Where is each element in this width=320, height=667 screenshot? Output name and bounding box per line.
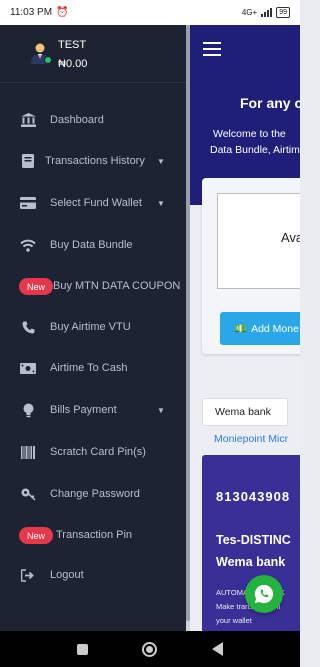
sidebar-item-transactions-history[interactable]: Transactions History ▼ <box>0 146 186 176</box>
sidebar-item-buy-data-bundle[interactable]: Buy Data Bundle <box>0 230 186 260</box>
sidebar-item-logout[interactable]: Logout <box>0 560 186 590</box>
phone-icon <box>20 319 36 335</box>
book-icon <box>20 153 36 169</box>
sidebar-item-label: Transactions History <box>45 155 145 167</box>
user-name: TEST <box>58 39 87 51</box>
bank-icon <box>20 112 36 128</box>
sidebar-item-label: Transaction Pin <box>56 529 133 541</box>
battery-icon: 99 <box>276 7 290 18</box>
recent-apps-icon[interactable] <box>77 643 89 655</box>
sidebar-item-select-fund-wallet[interactable]: Select Fund Wallet ▼ <box>0 188 186 218</box>
wallet-card: Ava 💵 Add Mone <box>202 178 300 354</box>
sidebar-item-transaction-pin[interactable]: New Transaction Pin <box>0 520 186 550</box>
sidebar-item-label: Select Fund Wallet <box>50 197 142 209</box>
hero-subtitle-line-1: Welcome to the <box>213 128 286 140</box>
sidebar-item-label: Buy Data Bundle <box>50 239 133 251</box>
sidebar-item-label: Bills Payment <box>50 404 117 416</box>
sidebar-item-buy-mtn-data-coupon[interactable]: New Buy MTN DATA COUPON <box>0 271 186 301</box>
sidebar-item-buy-airtime-vtu[interactable]: Buy Airtime VTU <box>0 312 186 342</box>
sidebar-item-dashboard[interactable]: Dashboard <box>0 105 186 135</box>
system-nav-bar <box>0 631 300 667</box>
back-icon[interactable] <box>211 642 223 656</box>
signal-icon <box>261 8 273 17</box>
add-money-button[interactable]: 💵 Add Mone <box>220 312 300 345</box>
sidebar-item-airtime-to-cash[interactable]: Airtime To Cash <box>0 353 186 383</box>
scrollbar-thumb[interactable] <box>186 25 190 621</box>
lightbulb-icon <box>20 402 36 418</box>
wifi-icon <box>20 237 36 253</box>
sidebar-item-label: Scratch Card Pin(s) <box>50 446 146 458</box>
network-type: 4G+ <box>241 8 258 17</box>
chevron-down-icon: ▼ <box>157 198 165 208</box>
logout-icon <box>20 567 36 583</box>
navigation-drawer: TEST ₦0.00 Dashboard Transactions Histor… <box>0 25 186 631</box>
drawer-header: TEST ₦0.00 <box>0 25 186 83</box>
home-icon[interactable] <box>142 641 158 657</box>
alarm-icon: ⏰ <box>56 7 69 18</box>
new-badge: New <box>19 527 54 544</box>
tab-moniepoint[interactable]: Moniepoint Micr <box>214 433 288 445</box>
sidebar-item-label: Logout <box>50 569 84 581</box>
account-note-line-3: your wallet <box>216 616 252 625</box>
sidebar-item-label: Change Password <box>50 488 140 500</box>
sidebar-item-bills-payment[interactable]: Bills Payment ▼ <box>0 395 186 425</box>
add-money-label: Add Mone <box>251 322 299 335</box>
new-badge: New <box>19 278 54 295</box>
sidebar-item-label: Buy MTN DATA COUPON <box>53 280 181 292</box>
barcode-icon <box>20 444 36 460</box>
drawer-scrollbar[interactable] <box>186 25 190 631</box>
sidebar-item-label: Dashboard <box>50 114 104 126</box>
hero-title: For any c <box>240 95 300 111</box>
whatsapp-button[interactable] <box>245 575 283 613</box>
hero-subtitle-line-2: Data Bundle, Airtim <box>210 144 300 156</box>
money-icon <box>20 360 36 376</box>
whatsapp-icon <box>254 584 274 604</box>
hero-subtitle: Welcome to the Data Bundle, Airtim <box>210 126 300 158</box>
balance-label: Ava <box>281 230 300 245</box>
status-time: 11:03 PM <box>10 7 53 18</box>
account-name-line-2: Wema bank <box>216 555 286 569</box>
sidebar-item-label: Buy Airtime VTU <box>50 321 131 333</box>
chevron-down-icon: ▼ <box>157 405 165 415</box>
money-icon: 💵 <box>234 323 248 335</box>
hamburger-menu-icon[interactable] <box>203 42 221 60</box>
account-number: 813043908 <box>216 489 291 504</box>
sidebar-item-label: Airtime To Cash <box>50 362 128 374</box>
wallet-balance: ₦0.00 <box>58 58 88 70</box>
credit-card-icon <box>20 195 36 211</box>
balance-box: Ava <box>217 193 300 289</box>
sidebar-item-scratch-card-pins[interactable]: Scratch Card Pin(s) <box>0 437 186 467</box>
key-icon <box>20 486 36 502</box>
sidebar-item-change-password[interactable]: Change Password <box>0 479 186 509</box>
account-name-line-1: Tes-DISTINC <box>216 533 291 547</box>
online-status-dot <box>44 56 52 64</box>
chevron-down-icon: ▼ <box>157 156 165 166</box>
main-content: For any c Welcome to the Data Bundle, Ai… <box>190 25 300 631</box>
tab-wema-bank[interactable]: Wema bank <box>202 398 288 426</box>
status-bar: 11:03 PM ⏰ 4G+ 99 <box>0 0 300 25</box>
account-name: Tes-DISTINC Wema bank <box>216 529 291 573</box>
